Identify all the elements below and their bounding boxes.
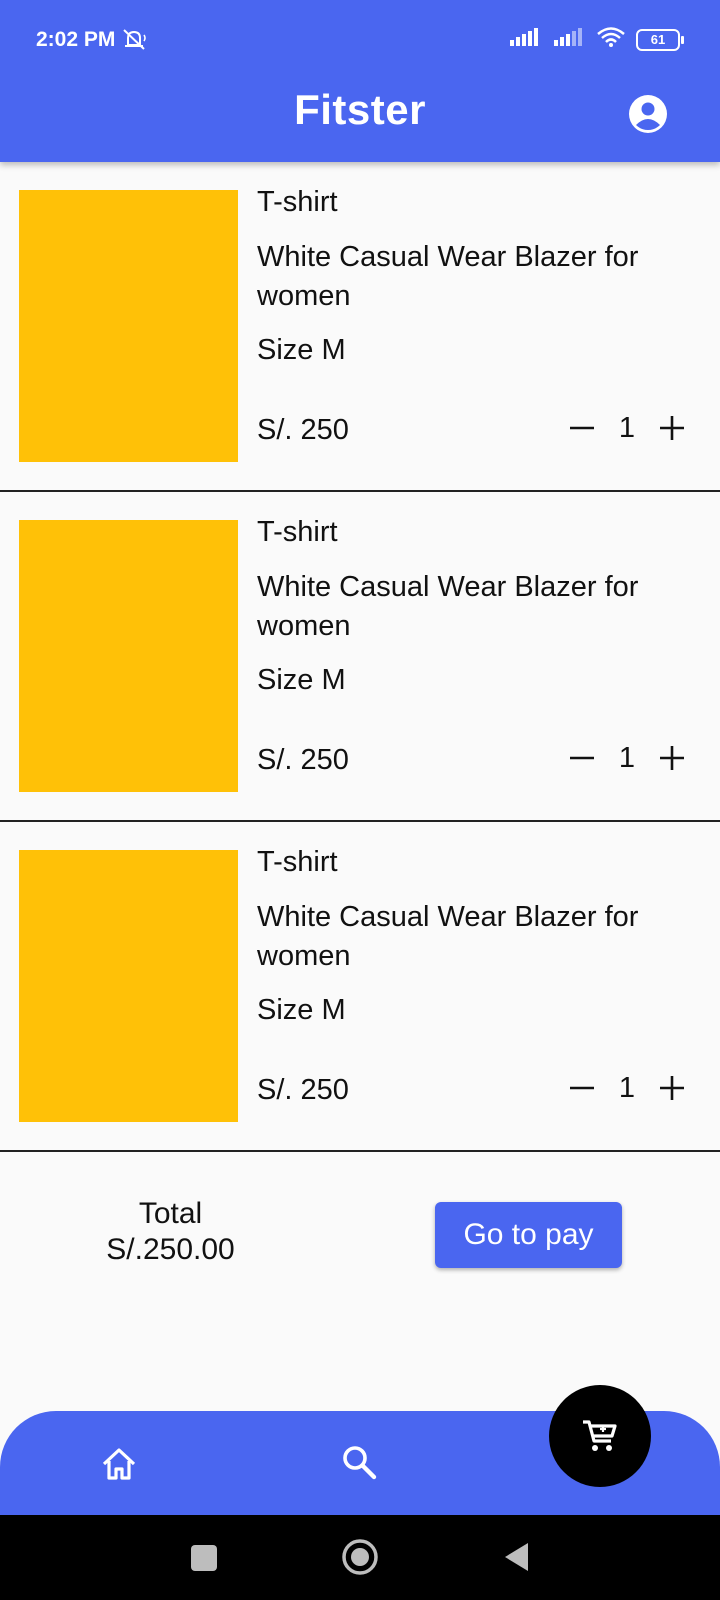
account-circle-icon[interactable] [628, 94, 668, 134]
quantity-stepper: 1 [562, 408, 692, 448]
decrease-quantity-button[interactable] [562, 738, 602, 778]
quantity-value: 1 [618, 741, 636, 774]
search-icon[interactable] [340, 1443, 378, 1481]
increase-quantity-button[interactable] [652, 1068, 692, 1108]
product-price: S/. 250 [257, 1074, 349, 1106]
signal-icon [508, 26, 542, 53]
app-bar: 2:02 PM 61 Fitster [0, 0, 720, 162]
product-price: S/. 250 [257, 744, 349, 776]
minus-icon [570, 426, 594, 430]
app-title: Fitster [294, 86, 426, 133]
quantity-value: 1 [618, 411, 636, 444]
cart-icon [583, 1420, 617, 1451]
order-total: Total S/.250.00 [98, 1197, 243, 1267]
status-time: 2:02 PM [36, 28, 116, 51]
product-price: S/. 250 [257, 414, 349, 446]
back-icon[interactable] [502, 1541, 530, 1573]
cart-button[interactable] [549, 1385, 651, 1487]
product-name: White Casual Wear Blazer for women [257, 241, 639, 312]
total-amount: S/.250.00 [106, 1233, 235, 1266]
product-category: T-shirt [257, 516, 338, 548]
plus-icon [660, 1076, 684, 1100]
system-home-icon[interactable] [341, 1538, 379, 1576]
mute-icon [120, 27, 148, 56]
cart-list: T-shirt White Casual Wear Blazer for wom… [0, 162, 720, 1152]
quantity-value: 1 [618, 1071, 636, 1104]
status-icons: 61 [508, 26, 684, 53]
cart-item: T-shirt White Casual Wear Blazer for wom… [0, 492, 720, 822]
wifi-icon [596, 26, 626, 53]
product-thumbnail[interactable] [19, 520, 238, 792]
battery-icon: 61 [636, 28, 684, 51]
home-icon[interactable] [100, 1445, 138, 1483]
quantity-stepper: 1 [562, 1068, 692, 1108]
minus-icon [570, 1086, 594, 1090]
product-size: Size M [257, 664, 346, 696]
increase-quantity-button[interactable] [652, 738, 692, 778]
quantity-stepper: 1 [562, 738, 692, 778]
cart-screen: 2:02 PM 61 Fitster T-shirt White Casual … [0, 0, 720, 1600]
product-thumbnail[interactable] [19, 190, 238, 462]
plus-icon [660, 416, 684, 440]
minus-icon [570, 756, 594, 760]
total-label: Total [138, 1197, 203, 1230]
product-size: Size M [257, 994, 346, 1026]
signal-icon-secondary [552, 26, 586, 53]
product-name: White Casual Wear Blazer for women [257, 901, 639, 972]
decrease-quantity-button[interactable] [562, 1068, 602, 1108]
cart-item: T-shirt White Casual Wear Blazer for wom… [0, 822, 720, 1152]
increase-quantity-button[interactable] [652, 408, 692, 448]
product-size: Size M [257, 334, 346, 366]
plus-icon [660, 746, 684, 770]
decrease-quantity-button[interactable] [562, 408, 602, 448]
recent-apps-icon[interactable] [191, 1545, 217, 1571]
product-category: T-shirt [257, 186, 338, 218]
product-category: T-shirt [257, 846, 338, 878]
cart-item: T-shirt White Casual Wear Blazer for wom… [0, 162, 720, 492]
product-name: White Casual Wear Blazer for women [257, 571, 639, 642]
system-navigation-bar [0, 1515, 720, 1600]
go-to-pay-button[interactable]: Go to pay [435, 1202, 622, 1268]
product-thumbnail[interactable] [19, 850, 238, 1122]
